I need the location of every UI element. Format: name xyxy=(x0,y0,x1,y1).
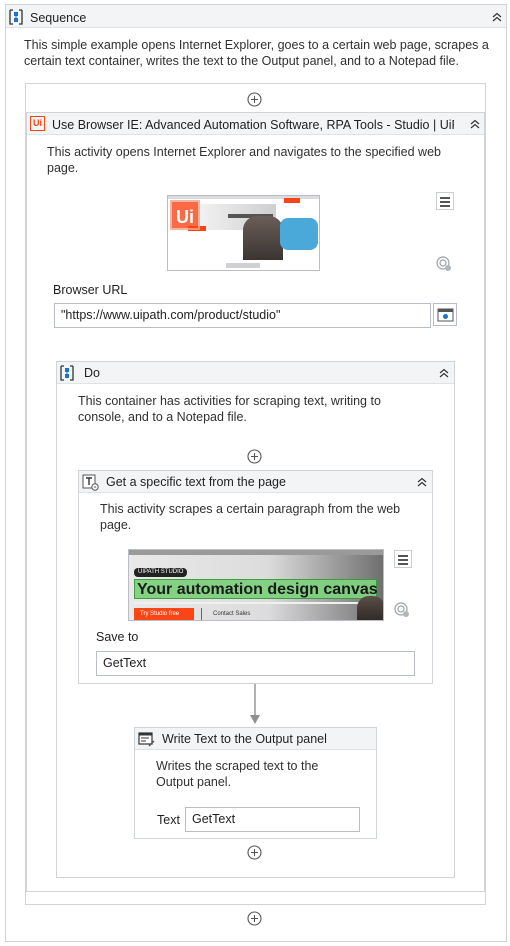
collapse-icon[interactable] xyxy=(437,366,451,380)
text-label: Text xyxy=(157,813,180,827)
preview-headline: Your automation design canvas xyxy=(137,581,378,598)
use-browser-title: Use Browser IE: Advanced Automation Soft… xyxy=(52,118,454,132)
sequence-header[interactable]: Sequence xyxy=(6,5,506,28)
write-line-icon xyxy=(138,732,155,747)
add-activity-icon[interactable] xyxy=(247,92,262,107)
collapse-icon[interactable] xyxy=(415,475,429,489)
preview-badge: UIPATH STUDIO xyxy=(134,568,188,577)
sequence-icon xyxy=(9,9,23,25)
browser-url-input[interactable]: "https://www.uipath.com/product/studio" xyxy=(54,303,431,328)
get-text-activity[interactable]: Get a specific text from the page This a… xyxy=(78,470,433,684)
uipath-logo: Ui xyxy=(170,200,200,230)
sequence-icon xyxy=(60,365,74,381)
add-activity-icon[interactable] xyxy=(247,449,262,464)
do-header[interactable]: Do xyxy=(57,362,454,384)
target-screenshot-thumbnail[interactable]: UIPATH STUDIO Your automation design can… xyxy=(128,549,384,621)
get-text-description: This activity scrapes a certain paragrap… xyxy=(100,502,401,532)
browser-window-icon xyxy=(437,308,454,322)
use-browser-header[interactable]: Ui Use Browser IE: Advanced Automation S… xyxy=(27,113,484,135)
sequence-title: Sequence xyxy=(30,11,87,25)
browser-url-label: Browser URL xyxy=(53,283,128,297)
target-selector-icon[interactable] xyxy=(394,602,410,618)
options-menu-icon[interactable] xyxy=(436,192,454,210)
use-browser-description: This activity opens Internet Explorer an… xyxy=(47,145,441,175)
target-selector-icon[interactable] xyxy=(436,256,452,272)
options-menu-icon[interactable] xyxy=(394,550,412,568)
browser-url-expression-button[interactable] xyxy=(433,303,457,326)
write-text-description: Writes the scraped text to the Output pa… xyxy=(156,759,319,789)
highlighted-text[interactable]: Your automation design canvas xyxy=(134,579,378,599)
get-text-icon xyxy=(82,474,99,491)
write-text-title: Write Text to the Output panel xyxy=(162,732,327,746)
write-text-header[interactable]: Write Text to the Output panel xyxy=(135,728,376,750)
write-text-activity[interactable]: Write Text to the Output panel Writes th… xyxy=(134,727,377,839)
do-title: Do xyxy=(84,366,100,380)
get-text-header[interactable]: Get a specific text from the page xyxy=(79,471,432,493)
add-activity-icon[interactable] xyxy=(247,911,262,926)
save-to-label: Save to xyxy=(96,630,139,644)
browser-screenshot-thumbnail[interactable]: Ui xyxy=(167,195,320,271)
collapse-icon[interactable] xyxy=(490,10,504,24)
add-activity-icon[interactable] xyxy=(247,845,262,860)
flow-connector-arrow xyxy=(250,684,260,724)
do-description: This container has activities for scrapi… xyxy=(78,394,381,424)
uipath-icon: Ui xyxy=(30,116,45,131)
sequence-description: This simple example opens Internet Explo… xyxy=(24,38,489,68)
preview-secondary-link: Contact Sales xyxy=(213,611,251,617)
save-to-input[interactable]: GetText xyxy=(96,651,415,676)
preview-cta-button: Try Studio free xyxy=(134,608,194,620)
text-input[interactable]: GetText xyxy=(185,807,360,832)
get-text-title: Get a specific text from the page xyxy=(106,475,286,489)
collapse-icon[interactable] xyxy=(468,117,482,131)
